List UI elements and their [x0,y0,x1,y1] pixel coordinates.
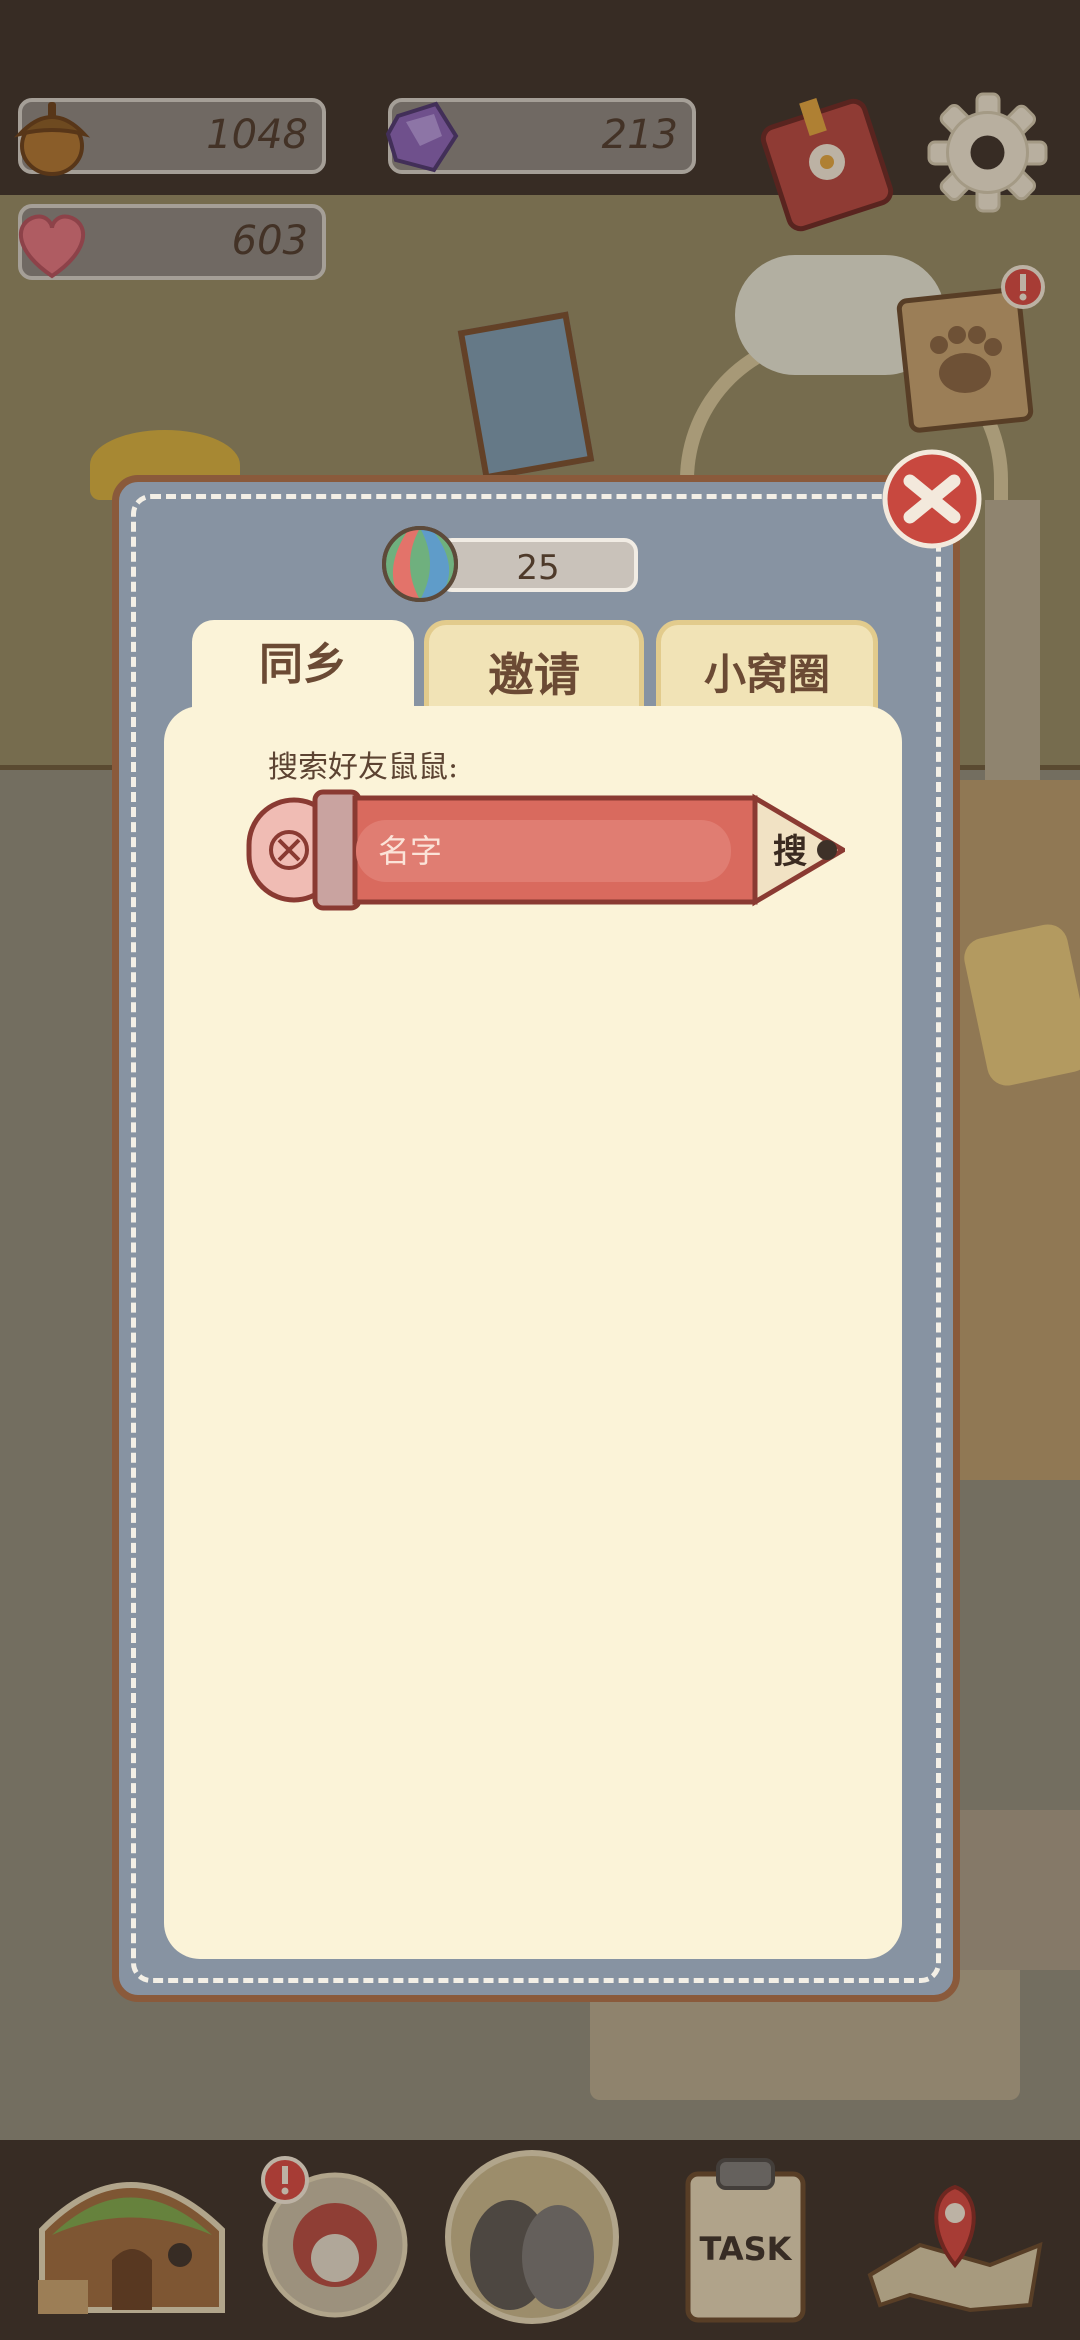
friend-name-input[interactable] [356,820,731,882]
tab-nest-circle[interactable]: 小窝圈 [656,620,878,720]
close-icon[interactable] [880,447,984,551]
tab-nest-circle-label: 小窝圈 [703,650,830,699]
tab-invite-label: 邀请 [488,648,580,702]
tab-invite[interactable]: 邀请 [424,620,644,720]
tab-hometown[interactable]: 同乡 [192,620,414,720]
ball-counter: 25 [438,538,638,592]
search-button[interactable]: 搜 [745,822,835,882]
tab-hometown-label: 同乡 [259,639,347,690]
search-friends-label: 搜索好友鼠鼠: [268,750,459,785]
ball-count: 25 [516,548,560,588]
beach-ball-icon [382,526,458,602]
clear-x-icon[interactable] [257,815,317,885]
